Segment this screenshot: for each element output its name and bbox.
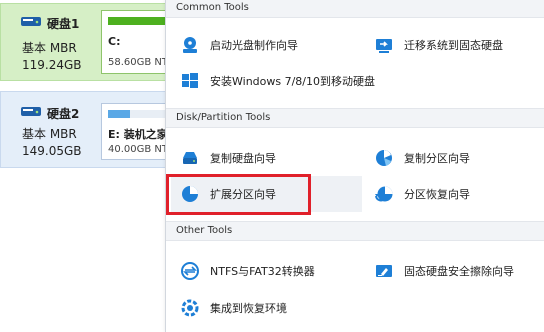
copy-disk-icon xyxy=(180,148,200,168)
partition-usage-bar xyxy=(108,110,130,118)
menu-item-copy-disk[interactable]: 复制硬盘向导 xyxy=(180,143,276,173)
menu-item-partition-recovery[interactable]: 分区恢复向导 xyxy=(374,179,470,209)
disk-info: 硬盘1 基本 MBR 119.24GB xyxy=(1,4,101,80)
section-header-other-tools: Other Tools xyxy=(166,221,544,241)
disk-type: 基本 MBR xyxy=(22,41,77,55)
disk-info: 硬盘2 基本 MBR 149.05GB xyxy=(1,92,101,167)
disk-name: 硬盘2 xyxy=(47,107,80,121)
disk-card-2[interactable]: 硬盘2 基本 MBR 149.05GB E: 装机之家 40.00GB NTFS xyxy=(0,91,171,168)
partition-free-bar xyxy=(130,110,168,118)
partition-size: 40.00GB NTFS xyxy=(108,144,170,155)
section-header-disk-partition-tools: Disk/Partition Tools xyxy=(166,108,544,128)
copy-partition-icon xyxy=(374,148,394,168)
menu-item-label: 迁移系统到固态硬盘 xyxy=(404,39,503,52)
migrate-os-icon xyxy=(374,35,394,55)
partition-label: C: xyxy=(108,35,121,48)
menu-item-boot-media[interactable]: 启动光盘制作向导 xyxy=(180,30,298,60)
disk-size: 119.24GB xyxy=(22,58,82,72)
partition-recovery-icon xyxy=(374,184,394,204)
menu-item-windows-to-go[interactable]: 安装Windows 7/8/10到移动硬盘 xyxy=(180,66,375,96)
menu-item-label: 启动光盘制作向导 xyxy=(210,39,298,52)
partition-e[interactable]: E: 装机之家 40.00GB NTFS xyxy=(101,103,171,160)
recovery-env-icon xyxy=(180,298,200,318)
menu-item-label: NTFS与FAT32转换器 xyxy=(210,265,315,278)
menu-item-ssd-erase[interactable]: 固态硬盘安全擦除向导 xyxy=(374,256,514,286)
menu-item-label: 固态硬盘安全擦除向导 xyxy=(404,265,514,278)
menu-item-label: 复制硬盘向导 xyxy=(210,152,276,165)
section-header-common-tools: Common Tools xyxy=(166,0,544,18)
menu-item-migrate-os[interactable]: 迁移系统到固态硬盘 xyxy=(374,30,503,60)
disk-size: 149.05GB xyxy=(22,144,82,158)
disk-type: 基本 MBR xyxy=(22,127,77,141)
convert-icon xyxy=(180,261,200,281)
partition-label: E: 装机之家 xyxy=(108,128,168,141)
menu-item-ntfs-fat32[interactable]: NTFS与FAT32转换器 xyxy=(180,256,315,286)
menu-item-label: 集成到恢复环境 xyxy=(210,302,287,315)
menu-item-copy-partition[interactable]: 复制分区向导 xyxy=(374,143,470,173)
menu-item-recovery-env[interactable]: 集成到恢复环境 xyxy=(180,293,287,323)
tools-menu: Common Tools 启动光盘制作向导 迁移系统到固态硬盘 安装Window… xyxy=(165,0,544,332)
highlight-box xyxy=(166,174,311,215)
boot-disc-icon xyxy=(180,35,200,55)
hard-disk-icon xyxy=(21,17,41,26)
disk-card-1[interactable]: 硬盘1 基本 MBR 119.24GB C: 58.60GB NTFS xyxy=(0,3,171,81)
partition-c[interactable]: C: 58.60GB NTFS xyxy=(101,10,171,74)
menu-item-label: 复制分区向导 xyxy=(404,152,470,165)
menu-item-label: 分区恢复向导 xyxy=(404,188,470,201)
menu-item-label: 安装Windows 7/8/10到移动硬盘 xyxy=(210,75,376,88)
ssd-erase-icon xyxy=(374,261,394,281)
partition-size: 58.60GB NTFS xyxy=(108,57,170,68)
hard-disk-icon xyxy=(21,107,41,116)
partition-usage-bar xyxy=(108,17,168,25)
disk-name: 硬盘1 xyxy=(47,17,80,31)
windows-icon xyxy=(180,71,200,91)
